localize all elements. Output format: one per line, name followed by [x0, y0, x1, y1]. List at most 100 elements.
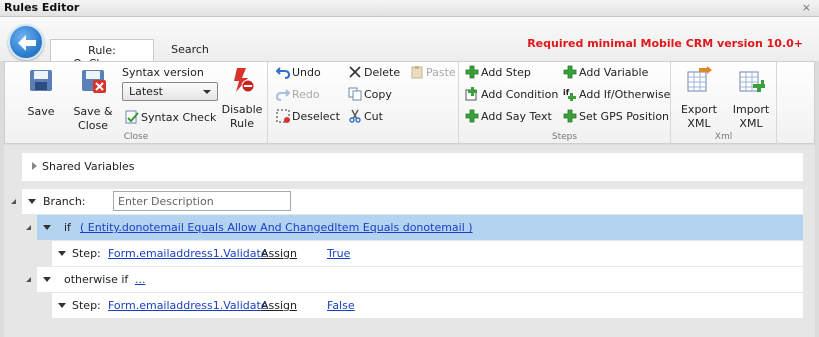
set-gps-position-button[interactable]: Set GPS Position	[563, 108, 669, 126]
branch-description-input[interactable]	[113, 191, 291, 211]
close-group: Save Save & Close Syntax version Latest …	[5, 62, 268, 144]
branch-label: Branch:	[43, 195, 86, 208]
add-if-otherwise-label: Add If/Otherwise	[579, 88, 671, 101]
deselect-button[interactable]: Deselect	[276, 108, 340, 126]
back-button[interactable]	[8, 24, 44, 60]
disable-rule-button[interactable]: Disable Rule	[221, 66, 263, 131]
delete-label: Delete	[364, 66, 401, 79]
syntax-version-value: Latest	[129, 85, 163, 98]
import-label-1: Import	[732, 103, 770, 116]
disable-rule-label-1: Disable	[221, 103, 263, 116]
copy-button[interactable]: Copy	[348, 86, 392, 104]
arrow-left-icon	[18, 35, 36, 51]
xml-group-label: Xml	[714, 132, 733, 142]
add-step-button[interactable]: Add Step	[465, 64, 531, 82]
add-variable-button[interactable]: Add Variable	[563, 64, 648, 82]
ribbon-toolbar: Save Save & Close Syntax version Latest …	[4, 61, 815, 144]
chevron-down-icon[interactable]	[43, 225, 51, 230]
step-target-link[interactable]: Form.emailaddress1.Validate	[108, 299, 268, 312]
otherwise-keyword: otherwise if	[64, 273, 129, 286]
collapse-branch-icon[interactable]	[11, 199, 16, 204]
disable-rule-icon	[234, 68, 255, 93]
add-say-text-button[interactable]: Add Say Text	[465, 108, 552, 126]
add-condition-button[interactable]: Add Condition	[465, 86, 558, 104]
step-value-link[interactable]: True	[327, 247, 350, 260]
syntax-version-select[interactable]: Latest	[122, 82, 218, 101]
paste-label: Paste	[426, 66, 456, 79]
syntax-check-icon	[125, 110, 139, 124]
save-button[interactable]: Save	[23, 66, 59, 118]
copy-label: Copy	[364, 88, 392, 101]
redo-icon	[276, 89, 290, 101]
step-row[interactable]: Step: Form.emailaddress1.Validate Assign…	[52, 293, 803, 318]
step-action[interactable]: Assign	[261, 247, 297, 260]
close-group-label: Close	[123, 132, 149, 142]
export-xml-button[interactable]: Export XML	[679, 66, 719, 131]
if-keyword: if	[64, 221, 71, 234]
paste-button[interactable]: Paste	[410, 64, 456, 82]
add-condition-label: Add Condition	[481, 88, 559, 101]
chevron-down-icon[interactable]	[43, 277, 51, 282]
undo-button[interactable]: Undo	[276, 64, 321, 82]
syntax-check-label: Syntax Check	[141, 111, 217, 124]
title-bar: Rules Editor ⨯	[0, 0, 819, 17]
tab-search[interactable]: Search	[160, 39, 220, 61]
collapse-if-icon[interactable]	[26, 225, 31, 230]
chevron-down-icon	[203, 90, 211, 94]
save-icon	[30, 70, 52, 91]
otherwise-row[interactable]: otherwise if ...	[37, 267, 803, 292]
save-close-button[interactable]: Save & Close	[71, 66, 115, 133]
step-target-link[interactable]: Form.emailaddress1.Validate	[108, 247, 268, 260]
set-gps-position-label: Set GPS Position	[579, 110, 670, 123]
redo-label: Redo	[292, 88, 320, 101]
step-row[interactable]: Step: Form.emailaddress1.Validate Assign…	[52, 241, 803, 266]
add-variable-label: Add Variable	[579, 66, 649, 79]
disable-rule-label-2: Rule	[230, 117, 254, 130]
collapse-otherwise-icon[interactable]	[26, 277, 31, 282]
syntax-version-label: Syntax version	[122, 66, 204, 79]
save-close-label-1: Save &	[73, 105, 113, 118]
svg-text:if: if	[563, 88, 570, 97]
import-xml-button[interactable]: Import XML	[731, 66, 771, 131]
if-condition-link[interactable]: ( Entity.donotemail Equals Allow And Cha…	[80, 221, 473, 234]
import-label-2: XML	[739, 117, 763, 130]
delete-button[interactable]: Delete	[348, 64, 400, 82]
add-step-label: Add Step	[481, 66, 531, 79]
step-value-link[interactable]: False	[327, 299, 355, 312]
xml-group: Export XML Import XML Xml	[671, 62, 777, 144]
chevron-down-icon[interactable]	[58, 251, 66, 256]
cut-label: Cut	[364, 110, 383, 123]
add-if-otherwise-button[interactable]: if Add If/Otherwise	[563, 86, 670, 104]
close-icon[interactable]: ⨯	[802, 1, 811, 14]
export-label-2: XML	[687, 117, 711, 130]
undo-icon	[276, 67, 290, 79]
deselect-icon	[276, 109, 290, 123]
export-xml-icon	[687, 66, 712, 92]
paste-icon	[411, 66, 423, 79]
delete-icon	[349, 66, 361, 78]
step-label: Step:	[72, 247, 101, 260]
shared-variables-label: Shared Variables	[42, 160, 135, 173]
branch-row[interactable]: Branch:	[22, 189, 803, 214]
shared-variables-panel[interactable]: Shared Variables	[22, 153, 803, 181]
tab-rule[interactable]: Rule: OnChange	[50, 39, 154, 70]
import-xml-icon	[739, 71, 765, 92]
tab-strip: Rule: OnChange Search Required minimal M…	[0, 17, 819, 70]
redo-button[interactable]: Redo	[276, 86, 320, 104]
cut-button[interactable]: Cut	[348, 108, 383, 126]
plus-icon	[465, 109, 479, 123]
steps-group: Add Step Add Condition Add Say Text Add …	[459, 62, 671, 144]
chevron-down-icon[interactable]	[28, 199, 36, 204]
syntax-check-button[interactable]: Syntax Check	[125, 109, 216, 127]
copy-icon	[348, 87, 362, 101]
save-close-icon	[82, 70, 106, 93]
step-label: Step:	[72, 299, 101, 312]
chevron-down-icon[interactable]	[58, 303, 66, 308]
otherwise-condition-link[interactable]: ...	[135, 273, 146, 286]
deselect-label: Deselect	[292, 110, 340, 123]
if-row[interactable]: if ( Entity.donotemail Equals Allow And …	[37, 215, 803, 240]
step-action[interactable]: Assign	[261, 299, 297, 312]
expand-icon[interactable]	[32, 162, 37, 170]
add-say-text-label: Add Say Text	[481, 110, 552, 123]
plus-icon	[465, 65, 479, 79]
